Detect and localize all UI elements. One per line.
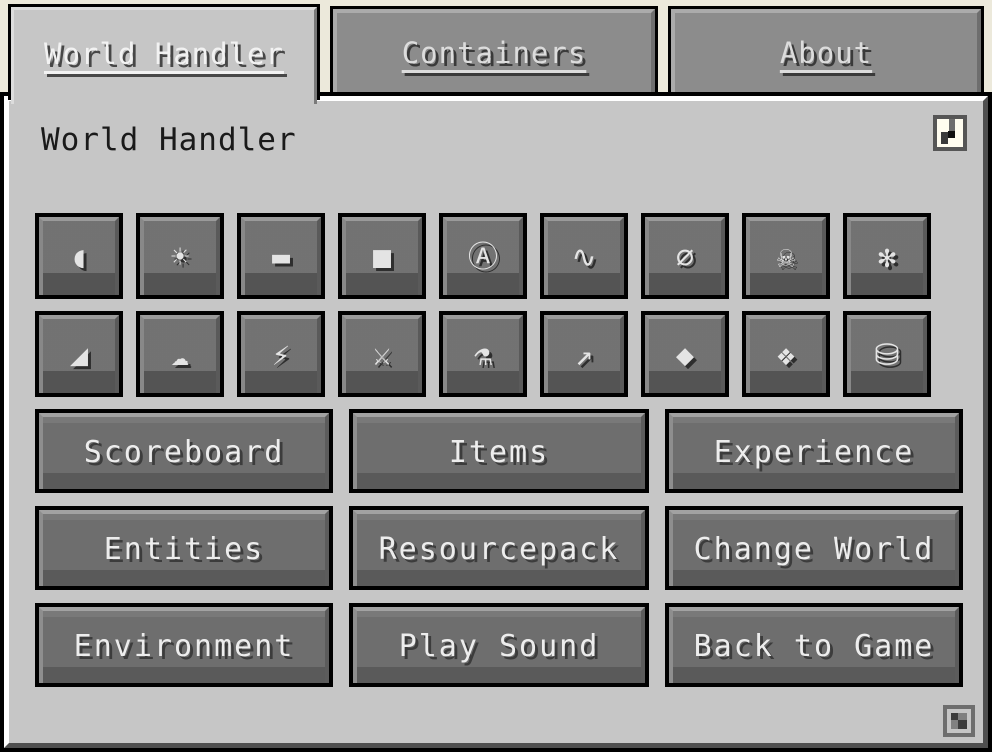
app-root: World Handler Containers About World Han… [0,0,992,752]
bow-icon: ↗ [574,338,594,373]
tab-label: About [779,35,873,70]
tab-label: Containers [401,35,587,70]
checkmark-toggle[interactable] [933,115,967,151]
weather-rain-icon-button[interactable]: ☁ [136,311,224,397]
difficulty-wave-icon: ∿ [571,240,597,275]
experience-button-label: Experience [713,435,915,470]
sword-icon-button[interactable]: ⚔ [338,311,426,397]
settings-gear-icon: ✻ [877,240,897,275]
difficulty-peaceful-icon-button[interactable]: ⌀ [641,213,729,299]
time-sunset-icon-button[interactable]: ▬ [237,213,325,299]
tab-inner: Containers [334,10,654,96]
play-sound-button-label: Play Sound [398,629,600,664]
difficulty-hard-icon: ☠ [776,240,796,275]
tab-bar: World Handler Containers About [0,0,992,104]
time-sunrise-icon: ◖ [69,240,89,275]
items-button[interactable]: Items [349,409,649,493]
time-sunset-icon: ▬ [271,240,291,275]
resize-grip-block-b [958,720,967,729]
tab-containers[interactable]: Containers [330,6,658,96]
environment-button-label: Environment [73,629,295,664]
time-night-icon: ■ [372,240,392,275]
game-mode-icon-button[interactable]: Ⓐ [439,213,527,299]
block-ore-icon: ❖ [776,338,796,373]
settings-gear-icon-button[interactable]: ✻ [843,213,931,299]
back-to-game-button[interactable]: Back to Game [665,603,963,687]
change-world-button[interactable]: Change World [665,506,963,590]
bow-icon-button[interactable]: ↗ [540,311,628,397]
difficulty-hard-icon-button[interactable]: ☠ [742,213,830,299]
window-frame: World Handler ◖ ☀ ▬ ■ Ⓐ ∿ ⌀ ☠ ✻ ◢ ☁ ⚡ ⚔ … [0,92,992,752]
tab-label: World Handler [44,36,284,71]
text-row-1: Scoreboard Items Experience [35,409,963,493]
tab-about[interactable]: About [668,6,984,96]
chest-icon-button[interactable]: ⛁ [843,311,931,397]
scoreboard-button[interactable]: Scoreboard [35,409,333,493]
icon-row-2: ◢ ☁ ⚡ ⚔ ⚗ ↗ ◆ ❖ ⛁ [35,311,951,397]
entities-button-label: Entities [103,532,265,567]
weather-clear-icon-button[interactable]: ◢ [35,311,123,397]
tab-world-handler[interactable]: World Handler [8,4,320,104]
potion-icon-button[interactable]: ⚗ [439,311,527,397]
text-row-3: Environment Play Sound Back to Game [35,603,963,687]
checkmark-icon-dot [948,131,955,138]
sword-icon: ⚔ [372,338,392,373]
items-button-label: Items [448,435,550,470]
tab-inner: World Handler [12,8,316,100]
block-diamond-icon: ◆ [675,338,695,373]
resize-grip-icon[interactable] [943,705,975,737]
resize-grip-block-a [951,713,958,720]
experience-button[interactable]: Experience [665,409,963,493]
text-row-2: Entities Resourcepack Change World [35,506,963,590]
window-panel: World Handler ◖ ☀ ▬ ■ Ⓐ ∿ ⌀ ☠ ✻ ◢ ☁ ⚡ ⚔ … [4,96,988,748]
checkmark-icon-stem [941,132,948,144]
weather-thunder-icon: ⚡ [271,338,291,373]
change-world-button-label: Change World [693,532,935,567]
time-sunrise-icon-button[interactable]: ◖ [35,213,123,299]
icon-row-1: ◖ ☀ ▬ ■ Ⓐ ∿ ⌀ ☠ ✻ [35,213,951,299]
content-area: ◖ ☀ ▬ ■ Ⓐ ∿ ⌀ ☠ ✻ ◢ ☁ ⚡ ⚔ ⚗ ↗ ◆ ❖ ⛁ Scor… [35,213,963,700]
environment-button[interactable]: Environment [35,603,333,687]
time-noon-sun-icon-button[interactable]: ☀ [136,213,224,299]
weather-clear-icon: ◢ [69,338,89,373]
page-title: World Handler [41,122,297,158]
back-to-game-button-label: Back to Game [693,629,935,664]
difficulty-peaceful-icon: ⌀ [675,240,695,275]
weather-rain-icon: ☁ [170,338,190,373]
play-sound-button[interactable]: Play Sound [349,603,649,687]
scoreboard-button-label: Scoreboard [83,435,285,470]
block-diamond-icon-button[interactable]: ◆ [641,311,729,397]
time-noon-sun-icon: ☀ [170,240,190,275]
game-mode-icon: Ⓐ [468,240,498,275]
time-night-icon-button[interactable]: ■ [338,213,426,299]
resourcepack-button[interactable]: Resourcepack [349,506,649,590]
chest-icon: ⛁ [874,338,900,373]
potion-icon: ⚗ [473,338,493,373]
block-ore-icon-button[interactable]: ❖ [742,311,830,397]
difficulty-wave-icon-button[interactable]: ∿ [540,213,628,299]
weather-thunder-icon-button[interactable]: ⚡ [237,311,325,397]
tab-inner: About [672,10,980,96]
resourcepack-button-label: Resourcepack [378,532,620,567]
entities-button[interactable]: Entities [35,506,333,590]
